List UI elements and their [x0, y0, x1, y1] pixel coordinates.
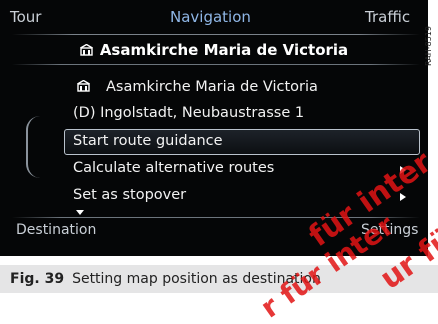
settings-softkey[interactable]: Settings: [361, 222, 418, 238]
building-icon: [79, 44, 93, 56]
tab-tour[interactable]: Tour: [10, 8, 41, 26]
nav-screen: Tour Navigation Traffic Asamkirche Maria…: [0, 0, 428, 256]
building-icon: [77, 80, 90, 92]
figure-number: Fig. 39: [10, 271, 65, 287]
scroll-bracket: [26, 116, 42, 178]
tab-bar: Tour Navigation Traffic: [0, 8, 428, 32]
footer-divider: [12, 217, 420, 218]
tab-traffic[interactable]: Traffic: [365, 8, 410, 26]
destination-address: (D) Ingolstadt, Neubaustrasse 1: [73, 105, 305, 121]
figure-caption-text: Setting map position as destination: [72, 271, 321, 287]
chevron-right-icon: [400, 193, 406, 201]
menu-item-alternative-routes[interactable]: Calculate alternative routes: [73, 160, 274, 182]
tab-navigation[interactable]: Navigation: [170, 8, 251, 26]
figure-caption: Fig. 39 Setting map position as destinati…: [0, 265, 438, 293]
destination-softkey[interactable]: Destination: [16, 222, 96, 238]
destination-name-text: Asamkirche Maria de Victoria: [106, 79, 318, 95]
scroll-down-icon: [76, 210, 84, 215]
chevron-right-icon: [400, 166, 406, 174]
destination-name: Asamkirche Maria de Victoria: [77, 79, 318, 101]
figure-code: RAH-8519: [424, 26, 433, 66]
header-divider: [12, 64, 420, 65]
menu-item-start-route[interactable]: Start route guidance: [73, 133, 223, 155]
menu-item-set-stopover[interactable]: Set as stopover: [73, 187, 186, 209]
page-title-text: Asamkirche Maria de Victoria: [99, 41, 349, 59]
tab-underline: [12, 34, 420, 35]
page-title: Asamkirche Maria de Victoria: [0, 41, 428, 63]
